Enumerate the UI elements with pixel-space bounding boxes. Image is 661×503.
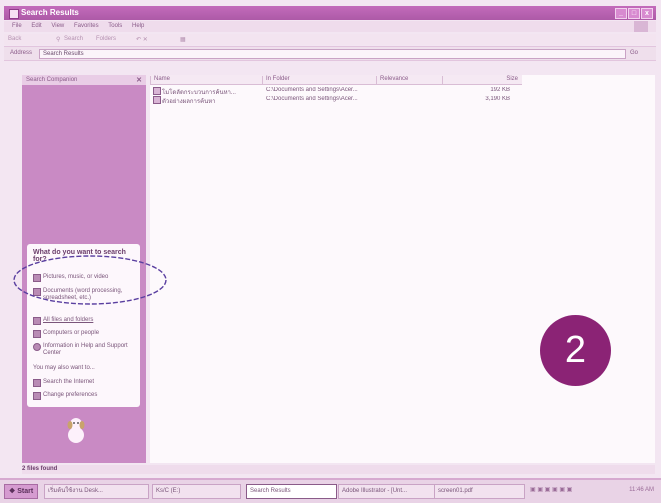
search-button[interactable]: Search bbox=[64, 36, 83, 42]
table-row[interactable]: ตัวอย่างผลการค้นหา C:\Documents and Sett… bbox=[150, 95, 522, 105]
window-title: Search Results bbox=[21, 8, 79, 17]
go-button[interactable]: Go bbox=[630, 50, 638, 56]
address-bar: Address Search Results Go bbox=[4, 46, 656, 61]
column-relevance[interactable]: Relevance bbox=[376, 76, 440, 84]
maximize-button[interactable]: □ bbox=[628, 8, 640, 19]
search-companion-title: Search Companion bbox=[26, 77, 78, 83]
status-bar: 2 files found bbox=[22, 465, 655, 474]
annotation-ellipse bbox=[13, 255, 167, 305]
menu-file[interactable]: File bbox=[12, 23, 22, 29]
file-size: 192 KB bbox=[490, 87, 510, 93]
results-pane bbox=[150, 75, 655, 463]
close-button[interactable]: x bbox=[641, 8, 653, 19]
menu-help[interactable]: Help bbox=[132, 23, 144, 29]
menu-bar: File Edit View Favorites Tools Help bbox=[4, 21, 656, 32]
address-input[interactable]: Search Results bbox=[39, 49, 626, 59]
taskbar-item[interactable]: เริ่มต้นใช้งาน Desk... bbox=[44, 484, 149, 499]
folders-button[interactable]: Folders bbox=[96, 36, 116, 42]
taskbar: ❖ Start เริ่มต้นใช้งาน Desk... Ks/C (E:)… bbox=[0, 478, 661, 503]
search-companion-header: Search Companion ✕ bbox=[22, 75, 146, 85]
file-size: 3,190 KB bbox=[485, 96, 510, 102]
menu-edit[interactable]: Edit bbox=[31, 23, 41, 29]
menu-tools[interactable]: Tools bbox=[108, 23, 122, 29]
search-dog-icon[interactable] bbox=[62, 415, 90, 445]
also-label: You may also want to... bbox=[33, 365, 95, 371]
preferences-icon bbox=[33, 392, 41, 400]
address-label: Address bbox=[10, 50, 33, 56]
folder-icon bbox=[33, 317, 41, 325]
clock: 11:46 AM bbox=[629, 487, 654, 493]
menu-view[interactable]: View bbox=[51, 23, 64, 29]
table-row[interactable]: โมโดลัดกระบวนการค้นหา... C:\Documents an… bbox=[150, 86, 522, 96]
search-icon: ⚲ bbox=[56, 37, 61, 43]
option-all-files[interactable]: All files and folders bbox=[33, 317, 137, 325]
system-tray: ▣ ▣ ▣ ▣ ▣ ▣ 11:46 AM bbox=[530, 484, 658, 497]
menu-favorites[interactable]: Favorites bbox=[74, 23, 99, 29]
option-help-center[interactable]: Information in Help and Support Center bbox=[33, 343, 137, 357]
title-bar: Search Results _ □ x bbox=[4, 6, 656, 20]
undo-icon[interactable]: ↶ ✕ bbox=[136, 36, 148, 43]
taskbar-item[interactable]: Ks/C (E:) bbox=[152, 484, 241, 499]
tray-icons[interactable]: ▣ ▣ ▣ ▣ ▣ ▣ bbox=[530, 487, 572, 493]
minimize-button[interactable]: _ bbox=[615, 8, 627, 19]
option-search-internet[interactable]: Search the Internet bbox=[33, 379, 137, 387]
column-in-folder[interactable]: In Folder bbox=[262, 76, 371, 84]
file-icon bbox=[153, 96, 161, 104]
window-controls: _ □ x bbox=[615, 8, 653, 19]
help-icon bbox=[33, 343, 41, 351]
file-icon bbox=[153, 87, 161, 95]
computer-icon bbox=[33, 330, 41, 338]
close-pane-icon[interactable]: ✕ bbox=[136, 76, 142, 84]
views-icon[interactable]: ▦ bbox=[180, 36, 186, 43]
taskbar-item[interactable]: Adobe Illustrator - [Unt... bbox=[338, 484, 435, 499]
toolbar: Back ⚲ Search Folders ↶ ✕ ▦ bbox=[4, 34, 656, 45]
internet-icon bbox=[33, 379, 41, 387]
taskbar-item[interactable]: screen01.pdf bbox=[434, 484, 525, 499]
results-header: Name In Folder Relevance Size bbox=[150, 75, 522, 85]
option-change-preferences[interactable]: Change preferences bbox=[33, 392, 137, 400]
status-text: 2 files found bbox=[22, 466, 58, 472]
back-button[interactable]: Back bbox=[8, 36, 21, 42]
column-size[interactable]: Size bbox=[442, 76, 522, 84]
start-icon: ❖ bbox=[9, 488, 16, 495]
column-name[interactable]: Name bbox=[150, 76, 259, 84]
file-name: ตัวอย่างผลการค้นหา bbox=[162, 99, 216, 105]
window-icon bbox=[9, 9, 19, 19]
windows-logo-icon bbox=[634, 21, 648, 32]
start-button[interactable]: ❖ Start bbox=[4, 484, 39, 499]
option-computers[interactable]: Computers or people bbox=[33, 330, 137, 338]
file-folder: C:\Documents and Settings\Acer... bbox=[266, 96, 358, 102]
file-folder: C:\Documents and Settings\Acer... bbox=[266, 87, 358, 93]
step-number-badge: 2 bbox=[540, 315, 611, 386]
taskbar-item-active[interactable]: Search Results bbox=[246, 484, 337, 499]
